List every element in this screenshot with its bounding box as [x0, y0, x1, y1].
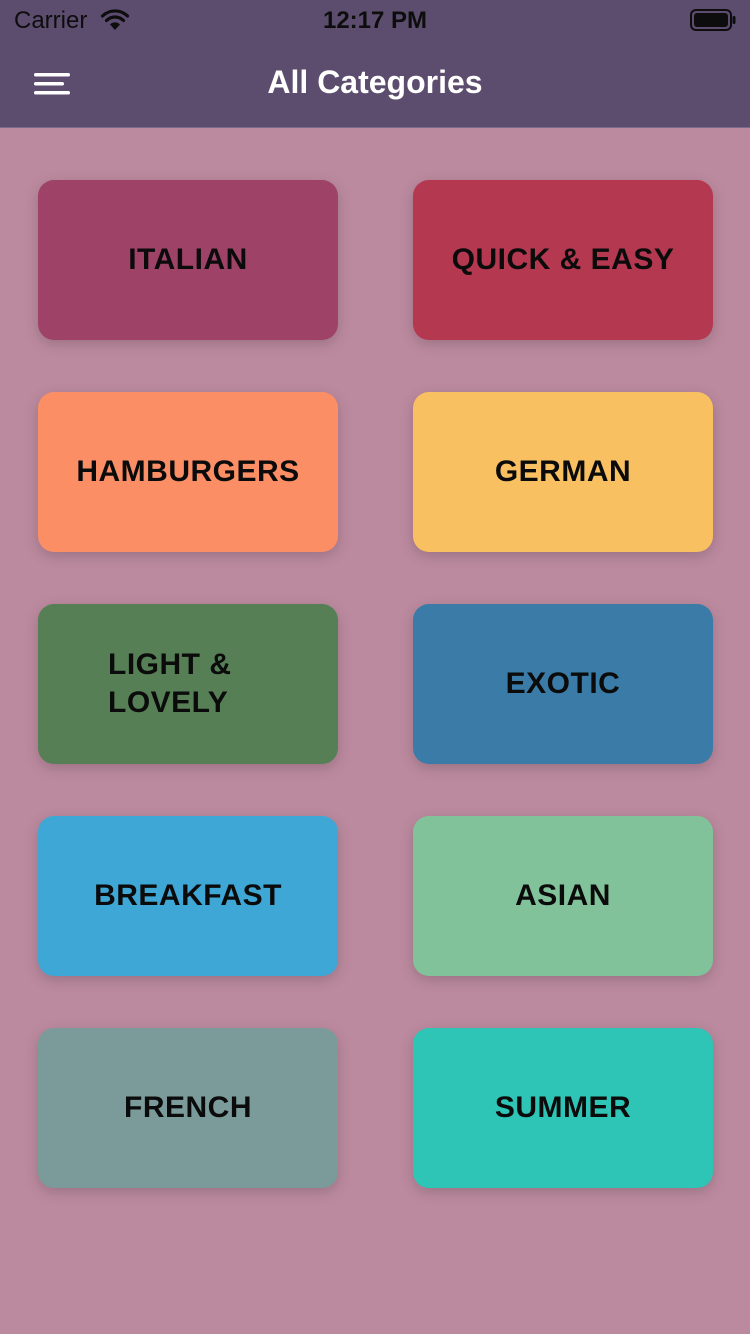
category-label: EXOTIC — [505, 667, 621, 700]
battery-icon — [690, 9, 736, 31]
status-bar: Carrier 12:17 PM — [0, 0, 750, 40]
clock: 12:17 PM — [322, 7, 428, 34]
category-tile-german[interactable]: GERMAN — [413, 392, 713, 552]
category-label: LIGHT & LOVELY — [108, 648, 232, 719]
app-header: Carrier 12:17 PM All Categories — [0, 0, 750, 128]
category-label: QUICK & EASY — [451, 243, 675, 276]
category-label: SUMMER — [494, 1091, 632, 1124]
category-tile-light-lovely[interactable]: LIGHT & LOVELY — [38, 604, 338, 764]
category-label: FRENCH — [124, 1091, 252, 1124]
category-tile-hamburgers[interactable]: HAMBURGERS — [38, 392, 338, 552]
page-title: All Categories — [267, 64, 483, 100]
category-tile-asian[interactable]: ASIAN — [413, 816, 713, 976]
category-tile-summer[interactable]: SUMMER — [413, 1028, 713, 1188]
category-tile-quick-easy[interactable]: QUICK & EASY — [413, 180, 713, 340]
category-tile-breakfast[interactable]: BREAKFAST — [38, 816, 338, 976]
category-tile-french[interactable]: FRENCH — [38, 1028, 338, 1188]
category-label: ITALIAN — [128, 243, 248, 276]
category-tile-exotic[interactable]: EXOTIC — [413, 604, 713, 764]
category-label: HAMBURGERS — [76, 455, 300, 488]
category-label: ASIAN — [515, 879, 611, 912]
category-tile-italian[interactable]: ITALIAN — [38, 180, 338, 340]
category-label: GERMAN — [494, 455, 632, 488]
navigation-bar: All Categories — [0, 40, 750, 128]
category-label: BREAKFAST — [94, 879, 282, 912]
category-grid: ITALIAN QUICK & EASY HAMBURGERS GERMAN L… — [38, 180, 713, 1188]
